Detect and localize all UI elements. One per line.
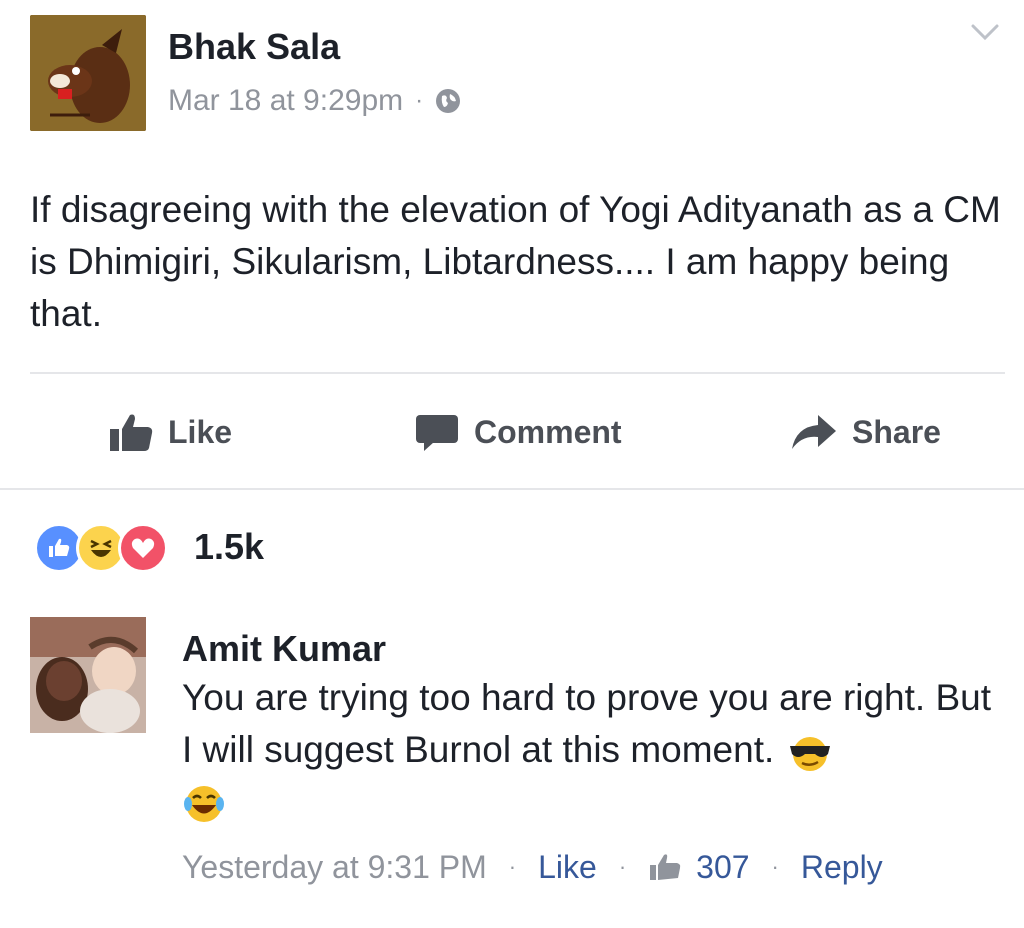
commenter-photo-image <box>30 617 146 733</box>
comment-text: You are trying too hard to prove you are… <box>182 677 992 770</box>
post-timestamp[interactable]: Mar 18 at 9:29pm <box>168 84 403 118</box>
share-button[interactable]: Share <box>790 406 941 458</box>
comment-reply-button[interactable]: Reply <box>801 849 883 886</box>
comment-button-label: Comment <box>474 413 622 450</box>
meta-separator: · <box>771 854 779 879</box>
sunglasses-emoji-icon <box>789 737 830 772</box>
thumbs-up-icon <box>650 854 681 880</box>
reaction-count[interactable]: 1.5k <box>194 526 264 568</box>
divider <box>0 488 1024 490</box>
share-arrow-icon <box>792 415 836 449</box>
thumbs-up-icon <box>110 414 153 451</box>
like-button-label: Like <box>168 413 233 450</box>
comment-like-count[interactable]: 307 <box>648 848 750 886</box>
commenter-avatar[interactable] <box>30 617 146 733</box>
like-button[interactable]: Like <box>108 406 232 458</box>
comment-like-count-value: 307 <box>696 848 750 885</box>
cartoon-donkey-avatar-image <box>30 15 146 131</box>
post-author-avatar[interactable] <box>30 15 146 131</box>
chevron-down-icon[interactable] <box>970 20 1000 44</box>
divider <box>30 372 1005 374</box>
meta-separator: · <box>618 854 627 879</box>
globe-icon <box>436 89 461 113</box>
comment-button[interactable]: Comment <box>414 406 622 458</box>
post-author-name[interactable]: Bhak Sala <box>168 26 340 68</box>
comment-timestamp[interactable]: Yesterday at 9:31 PM <box>182 849 487 886</box>
tears-of-joy-emoji-icon <box>184 786 224 823</box>
reaction-icons[interactable] <box>34 523 168 573</box>
commenter-name[interactable]: Amit Kumar <box>182 628 386 670</box>
meta-separator: · <box>508 854 517 879</box>
comment-body: You are trying too hard to prove you are… <box>182 672 1002 828</box>
share-button-label: Share <box>852 413 941 450</box>
comment-bubble-icon <box>416 415 458 451</box>
love-reaction-icon <box>118 523 168 573</box>
post-text: If disagreeing with the elevation of Yog… <box>30 189 1001 334</box>
comment-like-button[interactable]: Like <box>538 849 597 886</box>
meta-separator: · <box>415 87 424 114</box>
post-meta: Mar 18 at 9:29pm · <box>168 84 461 118</box>
comment-meta: Yesterday at 9:31 PM · Like · 307 · Repl… <box>182 845 883 889</box>
